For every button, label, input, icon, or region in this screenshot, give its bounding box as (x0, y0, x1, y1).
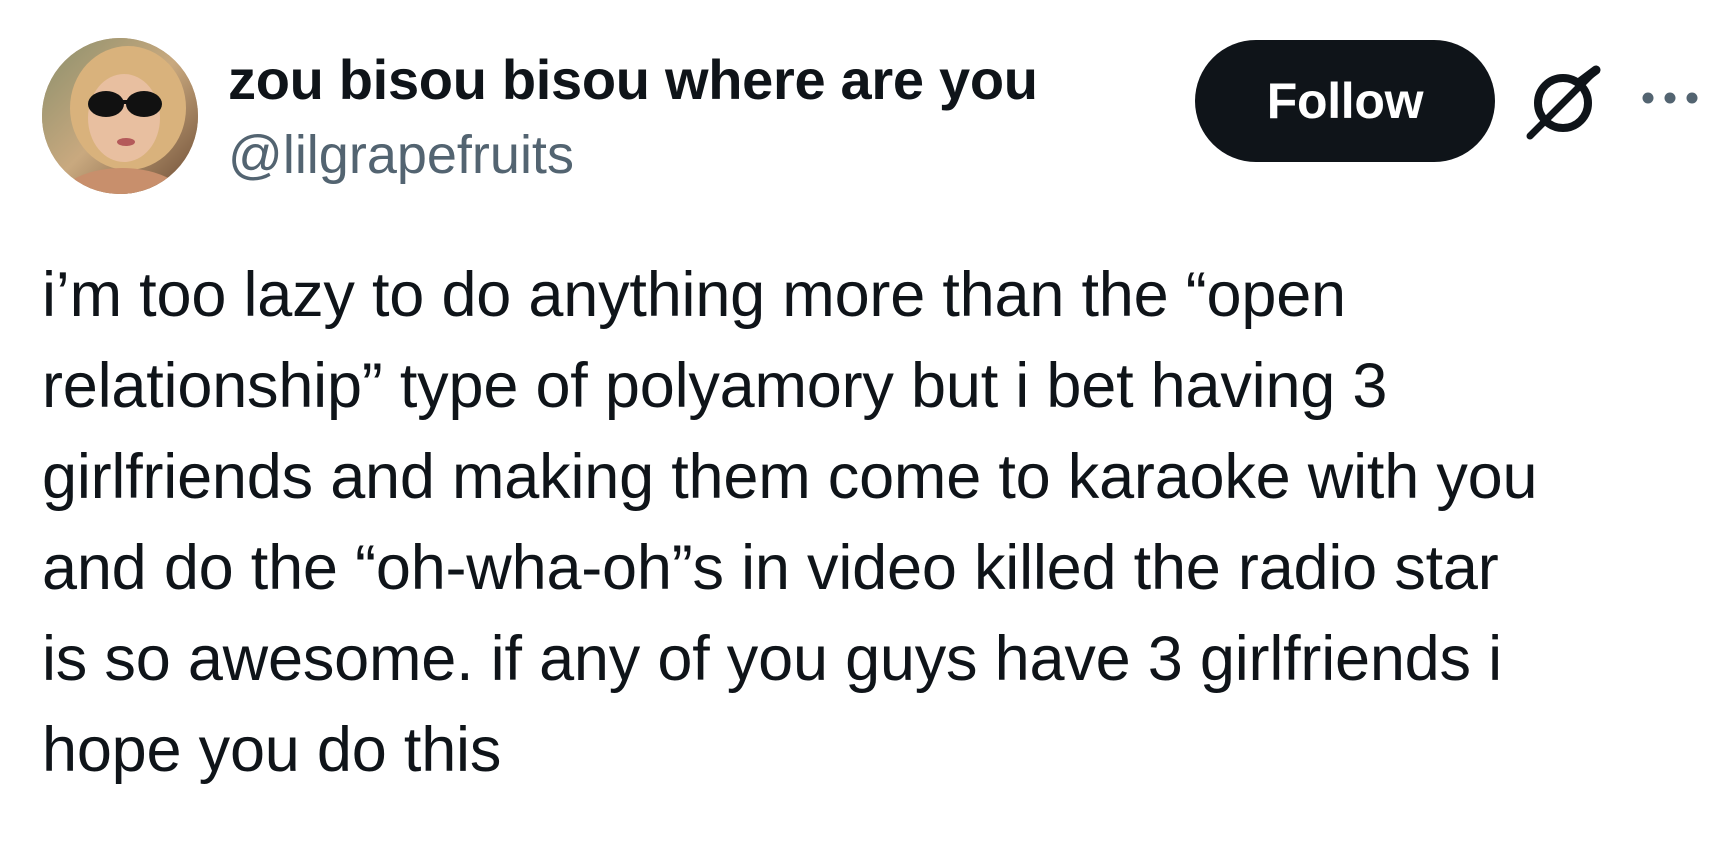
author-avatar[interactable] (42, 38, 198, 194)
grok-icon[interactable] (1522, 62, 1604, 144)
follow-button[interactable]: Follow (1195, 40, 1495, 162)
tweet-card: zou bisou bisou where are you @lilgrapef… (0, 0, 1730, 846)
more-icon[interactable] (1638, 78, 1702, 118)
author-handle[interactable]: @lilgrapefruits (228, 124, 574, 186)
tweet-text: i’m too lazy to do anything more than th… (42, 260, 1538, 785)
author-display-name[interactable]: zou bisou bisou where are you (228, 48, 1038, 112)
